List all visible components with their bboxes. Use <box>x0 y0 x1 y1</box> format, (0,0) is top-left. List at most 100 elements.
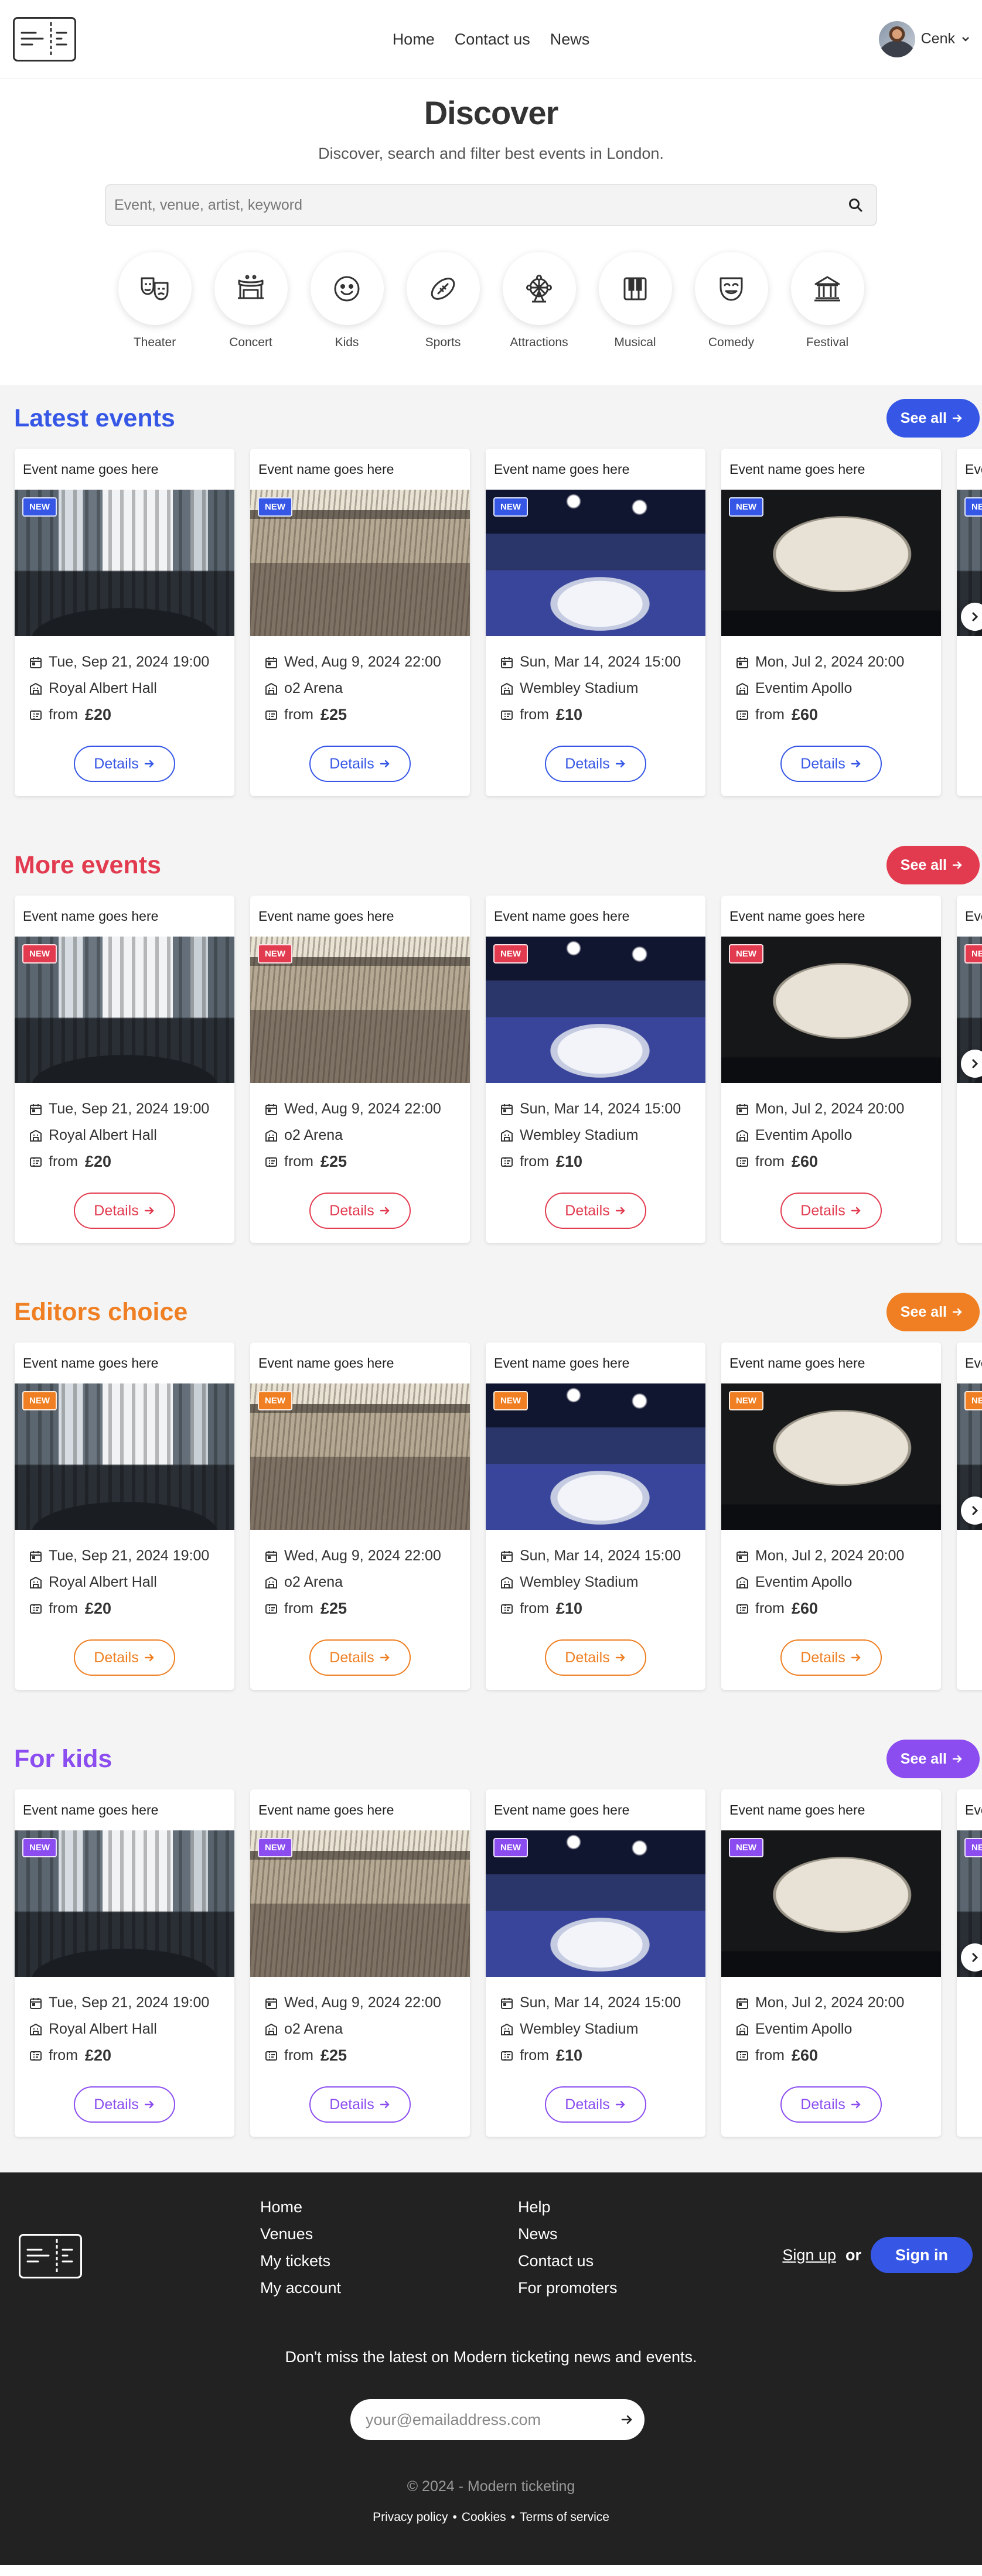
event-image[interactable]: NEW <box>486 1830 705 1977</box>
category-festival[interactable]: Festival <box>790 252 864 350</box>
event-name[interactable]: Event name goes here <box>15 1789 234 1830</box>
footer-link-for-promoters[interactable]: For promoters <box>518 2279 618 2297</box>
event-image[interactable]: NEW <box>250 937 470 1083</box>
event-card[interactable]: Event name goes here NEW Wed, Aug 9, 2024 … <box>250 896 470 1243</box>
event-name[interactable]: Event name goes here <box>15 1342 234 1383</box>
event-name[interactable]: Event name goes here <box>957 449 982 490</box>
event-image[interactable]: NEW <box>486 490 705 636</box>
event-name[interactable]: Event name goes here <box>721 449 941 490</box>
event-card[interactable]: Event name goes here NEW Mon, Jul 2, 2024 … <box>721 1789 941 2137</box>
event-name[interactable]: Event name goes here <box>250 1342 470 1383</box>
see-all-button[interactable]: See all <box>886 1740 980 1778</box>
details-button[interactable]: Details <box>545 746 646 782</box>
details-button[interactable]: Details <box>780 1193 882 1229</box>
avatar[interactable] <box>878 21 915 57</box>
see-all-button[interactable]: See all <box>886 1293 980 1331</box>
event-name[interactable]: Event name goes here <box>486 449 705 490</box>
category-sports[interactable]: Sports <box>406 252 480 350</box>
event-image[interactable]: NEW <box>250 1830 470 1977</box>
details-button[interactable]: Details <box>74 746 175 782</box>
event-image[interactable]: NEW <box>250 1383 470 1530</box>
footer-link-contact-us[interactable]: Contact us <box>518 2252 618 2270</box>
event-card[interactable]: Event name goes here NEW Mon, Jul 2, 2024 … <box>721 449 941 796</box>
nav-news[interactable]: News <box>550 30 590 49</box>
nav-home[interactable]: Home <box>393 30 435 49</box>
chevron-down-icon[interactable] <box>961 35 970 44</box>
category-comedy[interactable]: Comedy <box>694 252 768 350</box>
event-image[interactable]: NEW <box>721 1383 941 1530</box>
details-button[interactable]: Details <box>780 1639 882 1676</box>
event-name[interactable]: Event name goes here <box>486 896 705 937</box>
details-button[interactable]: Details <box>780 2086 882 2123</box>
event-image[interactable]: NEW <box>721 937 941 1083</box>
event-card[interactable]: Event name goes here NEW Mon, Jul 2, 2024 … <box>721 896 941 1243</box>
see-all-button[interactable]: See all <box>886 846 980 884</box>
sign-up-link[interactable]: Sign up <box>782 2246 836 2264</box>
event-card[interactable]: Event name goes here NEW Tue, Sep 21, 2024… <box>15 1342 234 1690</box>
details-button[interactable]: Details <box>309 746 411 782</box>
terms-of-service-link[interactable]: Terms of service <box>520 2510 609 2524</box>
event-card[interactable]: Event name goes here NEW Wed, Aug 9, 2024 … <box>250 449 470 796</box>
event-image[interactable]: NEW <box>721 1830 941 1977</box>
event-name[interactable]: Event name goes here <box>721 1342 941 1383</box>
event-name[interactable]: Event name goes here <box>250 449 470 490</box>
footer-link-home[interactable]: Home <box>260 2198 341 2216</box>
event-name[interactable]: Event name goes here <box>721 1789 941 1830</box>
event-name[interactable]: Event name goes here <box>957 1789 982 1830</box>
event-image[interactable]: NEW <box>15 490 234 636</box>
search-icon[interactable] <box>848 197 863 213</box>
details-button[interactable]: Details <box>545 1193 646 1229</box>
nav-contact-us[interactable]: Contact us <box>455 30 530 49</box>
event-name[interactable]: Event name goes here <box>486 1789 705 1830</box>
details-button[interactable]: Details <box>309 2086 411 2123</box>
user-menu[interactable]: Cenk <box>878 21 970 57</box>
event-card[interactable]: Event name goes here NEW Tue, Sep 21, 2024… <box>15 449 234 796</box>
event-image[interactable]: NEW <box>486 937 705 1083</box>
user-name[interactable]: Cenk <box>921 30 955 47</box>
details-button[interactable]: Details <box>309 1193 411 1229</box>
category-attractions[interactable]: Attractions <box>502 252 576 350</box>
event-image[interactable]: NEW <box>250 490 470 636</box>
event-card[interactable]: Event name goes here NEW Wed, Aug 9, 2024 … <box>250 1342 470 1690</box>
event-card[interactable]: Event name goes here NEW Tue, Sep 21, 2024… <box>15 1789 234 2137</box>
event-image[interactable]: NEW <box>486 1383 705 1530</box>
event-name[interactable]: Event name goes here <box>486 1342 705 1383</box>
newsletter-email-input[interactable] <box>366 2410 620 2429</box>
category-concert[interactable]: Concert <box>214 252 288 350</box>
event-name[interactable]: Event name goes here <box>250 1789 470 1830</box>
event-image[interactable]: NEW <box>721 490 941 636</box>
event-image[interactable]: NEW <box>15 937 234 1083</box>
privacy-policy-link[interactable]: Privacy policy <box>373 2510 448 2524</box>
event-card[interactable]: Event name goes here NEW Sun, Mar 14, 2024… <box>486 1789 705 2137</box>
category-kids[interactable]: Kids <box>310 252 384 350</box>
category-theater[interactable]: Theater <box>118 252 192 350</box>
event-name[interactable]: Event name goes here <box>957 1342 982 1383</box>
footer-link-news[interactable]: News <box>518 2225 618 2243</box>
see-all-button[interactable]: See all <box>886 399 980 438</box>
footer-link-my-account[interactable]: My account <box>260 2279 341 2297</box>
event-card[interactable]: Event name goes here NEW Wed, Aug 9, 2024 … <box>250 1789 470 2137</box>
event-card[interactable]: Event name goes here NEW Mon, Jul 2, 2024 … <box>721 1342 941 1690</box>
details-button[interactable]: Details <box>545 2086 646 2123</box>
category-musical[interactable]: Musical <box>598 252 672 350</box>
search-input[interactable] <box>114 196 848 214</box>
ticket-logo-icon[interactable] <box>19 2234 82 2278</box>
details-button[interactable]: Details <box>74 1639 175 1676</box>
event-name[interactable]: Event name goes here <box>250 896 470 937</box>
details-button[interactable]: Details <box>545 1639 646 1676</box>
event-card[interactable]: Event name goes here NEW Sun, Mar 14, 2024… <box>486 1342 705 1690</box>
event-image[interactable]: NEW <box>15 1383 234 1530</box>
event-name[interactable]: Event name goes here <box>721 896 941 937</box>
arrow-right-icon[interactable] <box>620 2413 634 2427</box>
event-card[interactable]: Event name goes here NEW Sun, Mar 14, 2024… <box>486 896 705 1243</box>
ticket-logo-icon[interactable] <box>13 16 76 62</box>
event-image[interactable]: NEW <box>15 1830 234 1977</box>
event-name[interactable]: Event name goes here <box>15 449 234 490</box>
sign-in-button[interactable]: Sign in <box>871 2237 973 2273</box>
event-name[interactable]: Event name goes here <box>957 896 982 937</box>
details-button[interactable]: Details <box>74 2086 175 2123</box>
footer-link-venues[interactable]: Venues <box>260 2225 341 2243</box>
footer-link-help[interactable]: Help <box>518 2198 618 2216</box>
event-name[interactable]: Event name goes here <box>15 896 234 937</box>
event-card[interactable]: Event name goes here NEW Tue, Sep 21, 2024… <box>15 896 234 1243</box>
